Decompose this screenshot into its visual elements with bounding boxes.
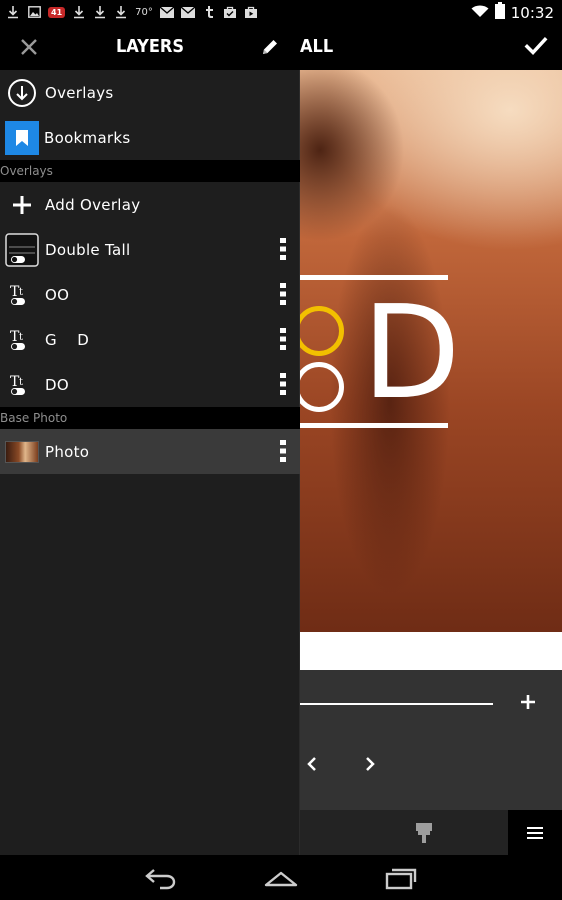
editor-title: ALL: [300, 36, 334, 57]
clock: 10:32: [510, 3, 554, 22]
temperature-text: 70°: [135, 6, 153, 18]
menu-icon[interactable]: [508, 810, 562, 855]
more-vert-icon[interactable]: [280, 439, 286, 463]
photo-canvas[interactable]: D: [300, 70, 562, 670]
status-left-icons: 41 70°: [6, 4, 258, 20]
layer-row-photo[interactable]: Photo: [0, 429, 300, 474]
system-navigation-bar: [0, 855, 562, 900]
pencil-icon[interactable]: [260, 37, 280, 57]
download-circle-icon: [4, 75, 40, 111]
chevron-left-icon[interactable]: [306, 756, 318, 772]
editor-controls-panel: [300, 670, 562, 810]
text-layer-icon: Tt: [4, 367, 40, 403]
drawer-title: LAYERS: [115, 36, 185, 57]
chevron-right-icon[interactable]: [364, 756, 376, 772]
svg-text:t: t: [19, 332, 23, 343]
mail-icon: [180, 5, 195, 19]
drawer-item-bookmarks[interactable]: Bookmarks: [0, 115, 300, 160]
plus-icon: [4, 187, 40, 223]
overlay-thumbnail-icon: [4, 232, 40, 268]
battery-icon: [494, 2, 505, 23]
tumblr-icon: [202, 5, 216, 19]
section-header-base-photo: Base Photo: [0, 407, 300, 429]
section-header-overlays: Overlays: [0, 160, 300, 182]
drawer-item-label: Bookmarks: [44, 128, 131, 147]
back-icon[interactable]: [144, 865, 178, 891]
layer-row-double-tall[interactable]: Double Tall: [0, 227, 300, 272]
add-overlay-label: Add Overlay: [45, 195, 141, 214]
text-layer-icon: Tt: [4, 277, 40, 313]
recent-apps-icon[interactable]: [384, 865, 418, 891]
photo-thumbnail-icon: [4, 434, 40, 470]
download-icon: [93, 5, 107, 19]
size-slider[interactable]: [300, 703, 493, 705]
download-icon: [72, 5, 86, 19]
bag-icon: [223, 5, 237, 19]
download-icon: [114, 5, 128, 19]
mail-icon: [159, 5, 174, 19]
layer-label: Photo: [45, 442, 90, 461]
layer-label: OO: [45, 285, 70, 304]
more-vert-icon[interactable]: [280, 282, 286, 306]
more-vert-icon[interactable]: [280, 372, 286, 396]
confirm-check-icon[interactable]: [524, 34, 548, 58]
svg-text:t: t: [19, 377, 23, 388]
text-layer-icon: Tt: [4, 322, 40, 358]
more-vert-icon[interactable]: [280, 237, 286, 261]
layer-label: Double Tall: [45, 240, 131, 259]
drawer-item-label: Overlays: [45, 83, 114, 102]
plus-icon[interactable]: [518, 692, 538, 712]
wifi-icon: [471, 3, 489, 22]
layer-label: G D: [45, 330, 90, 349]
more-vert-icon[interactable]: [280, 327, 286, 351]
layers-drawer: LAYERS Overlays Bookmarks Overlays Add O…: [0, 24, 300, 855]
drawer-item-overlays[interactable]: Overlays: [0, 70, 300, 115]
overlay-letter: D: [362, 279, 461, 428]
editor-top-bar: ALL: [300, 24, 562, 70]
brush-icon[interactable]: [414, 822, 434, 844]
add-overlay-button[interactable]: Add Overlay: [0, 182, 300, 227]
layer-row-do[interactable]: Tt DO: [0, 362, 300, 407]
layers-list: Overlays Bookmarks Overlays Add Overlay …: [0, 70, 300, 474]
editor-toolbar: [300, 810, 562, 855]
status-bar: 41 70° 10:32: [0, 0, 562, 24]
svg-text:t: t: [19, 287, 23, 298]
download-icon: [6, 5, 20, 19]
layer-row-oo[interactable]: Tt OO: [0, 272, 300, 317]
home-icon[interactable]: [264, 865, 298, 891]
photo-thumbnail: [5, 440, 39, 463]
notification-badge: 41: [48, 6, 66, 18]
drawer-header: LAYERS: [0, 24, 300, 70]
bookmark-icon: [5, 120, 39, 155]
play-store-icon: [244, 5, 258, 19]
layer-row-g-d[interactable]: Tt G D: [0, 317, 300, 362]
layer-label: DO: [45, 375, 69, 394]
status-right: 10:32: [471, 2, 554, 23]
image-icon: [27, 5, 41, 19]
